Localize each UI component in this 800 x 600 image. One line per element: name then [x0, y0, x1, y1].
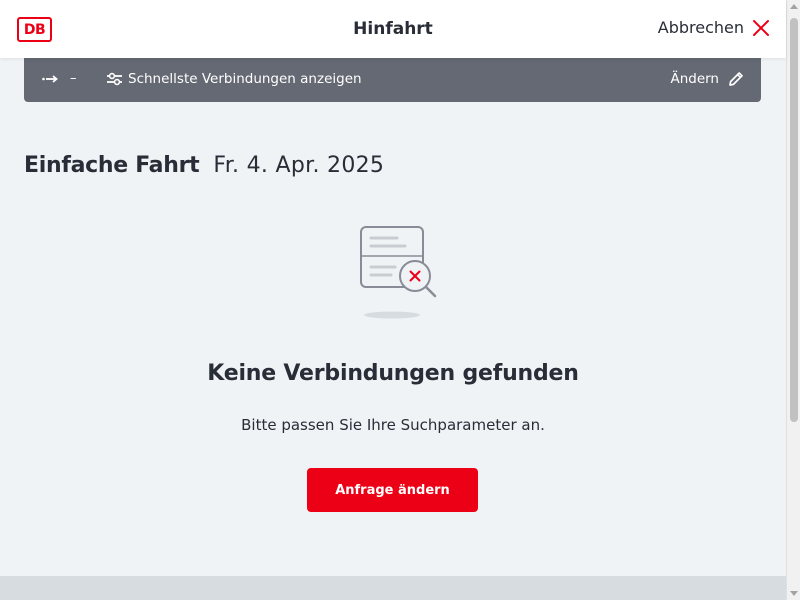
change-search-button[interactable]: Ändern [670, 70, 745, 88]
empty-state-subtitle: Bitte passen Sie Ihre Suchparameter an. [241, 416, 545, 434]
change-label: Ändern [670, 71, 719, 87]
scroll-down-arrow-icon[interactable] [790, 591, 798, 596]
trip-type: Einfache Fahrt [24, 153, 200, 178]
trip-date: Fr. 4. Apr. 2025 [213, 153, 385, 178]
vertical-scrollbar[interactable] [786, 0, 800, 600]
route-arrow-icon [42, 74, 58, 83]
close-icon [753, 19, 769, 36]
scrollbar-thumb[interactable] [790, 18, 798, 422]
fastest-connections-label: Schnellste Verbindungen anzeigen [128, 71, 362, 87]
search-summary-bar: – Schnellste Verbindungen anzeigen Änder… [24, 58, 761, 102]
scroll-up-arrow-icon[interactable] [790, 4, 798, 9]
change-request-button[interactable]: Anfrage ändern [307, 468, 478, 512]
fastest-connections-toggle[interactable]: Schnellste Verbindungen anzeigen [106, 71, 362, 87]
empty-state-title: Keine Verbindungen gefunden [207, 361, 579, 386]
route-text: – [70, 71, 77, 86]
trip-heading: Einfache Fahrt Fr. 4. Apr. 2025 [24, 153, 384, 178]
pencil-icon [729, 72, 743, 86]
footer-band [0, 576, 786, 600]
cancel-label: Abbrechen [657, 18, 744, 37]
document-search-error-icon [360, 226, 437, 319]
cancel-button[interactable]: Abbrechen [658, 18, 770, 37]
route-summary: – [42, 71, 77, 86]
sliders-icon [107, 72, 122, 86]
top-bar: DB Hinfahrt Abbrechen [0, 0, 786, 58]
